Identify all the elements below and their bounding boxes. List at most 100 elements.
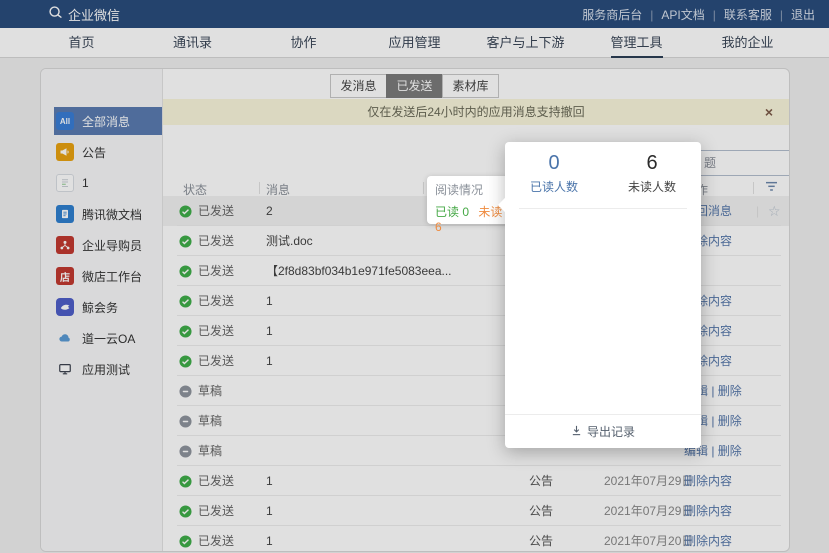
topbar-link[interactable]: 联系客服 bbox=[705, 6, 772, 23]
topbar-link[interactable]: 退出 bbox=[772, 6, 815, 23]
table-row[interactable]: 已发送1公告2021年07月29日删除内容 bbox=[163, 496, 789, 526]
status-label: 草稿 bbox=[198, 376, 222, 406]
app-list: All全部消息公告 1 腾讯微文档企业导购员店微店工作台鲸会务道一云OA 应用测试 bbox=[41, 107, 162, 386]
message-cell: 1 bbox=[266, 466, 273, 496]
status-cell: 已发送 bbox=[179, 526, 234, 552]
megaphone-icon bbox=[56, 143, 74, 161]
sent-check-icon bbox=[179, 355, 192, 368]
unread-count: 6 bbox=[603, 152, 701, 175]
sidebar-item[interactable]: 应用测试 bbox=[54, 355, 162, 383]
sidebar-item-label: 腾讯微文档 bbox=[82, 206, 142, 223]
read-stats-popup: 0 已读人数 6 未读人数 导出记录 bbox=[505, 142, 701, 448]
nav-item[interactable]: 我的企业 bbox=[692, 28, 803, 58]
date-cell: 2021年07月29日 bbox=[604, 496, 693, 526]
document-icon bbox=[56, 174, 74, 192]
draft-icon bbox=[179, 445, 192, 458]
sent-check-icon bbox=[179, 205, 192, 218]
status-cell: 已发送 bbox=[179, 196, 234, 226]
screen: 企业微信 服务商后台API文档联系客服退出 首页通讯录协作应用管理客户与上下游管… bbox=[0, 0, 829, 553]
unread-stat: 6 未读人数 bbox=[603, 152, 701, 195]
row-action-link[interactable]: 删除内容 bbox=[684, 526, 732, 552]
whale-icon bbox=[56, 298, 74, 316]
read-stat: 0 已读人数 bbox=[505, 152, 603, 195]
status-label: 草稿 bbox=[198, 406, 222, 436]
draft-icon bbox=[179, 385, 192, 398]
header-divider bbox=[423, 182, 424, 194]
sidebar-item[interactable]: 腾讯微文档 bbox=[54, 200, 162, 228]
sidebar-item-label: 应用测试 bbox=[82, 361, 130, 378]
wework-logo-icon bbox=[48, 5, 63, 23]
status-label: 已发送 bbox=[198, 196, 234, 226]
sidebar-item-label: 全部消息 bbox=[82, 113, 130, 130]
action-divider: | bbox=[756, 196, 759, 226]
topbar-link[interactable]: API文档 bbox=[642, 6, 704, 23]
topbar-link[interactable]: 服务商后台 bbox=[582, 6, 642, 23]
nav-item[interactable]: 客户与上下游 bbox=[470, 28, 581, 58]
sent-check-icon bbox=[179, 295, 192, 308]
status-cell: 已发送 bbox=[179, 466, 234, 496]
export-records-button[interactable]: 导出记录 bbox=[505, 414, 701, 448]
status-label: 已发送 bbox=[198, 226, 234, 256]
sidebar-item[interactable]: 企业导购员 bbox=[54, 231, 162, 259]
status-label: 已发送 bbox=[198, 346, 234, 376]
draft-icon bbox=[179, 415, 192, 428]
nav-item[interactable]: 首页 bbox=[26, 28, 137, 58]
monitor-icon bbox=[56, 360, 74, 378]
sidebar-item[interactable]: 店微店工作台 bbox=[54, 262, 162, 290]
download-icon bbox=[571, 425, 582, 439]
popup-stats: 0 已读人数 6 未读人数 bbox=[505, 142, 701, 195]
sidebar-item[interactable]: 鲸会务 bbox=[54, 293, 162, 321]
nav-item[interactable]: 通讯录 bbox=[137, 28, 248, 58]
status-cell: 已发送 bbox=[179, 256, 234, 286]
message-cell: 1 bbox=[266, 346, 273, 376]
sent-check-icon bbox=[179, 325, 192, 338]
status-cell: 已发送 bbox=[179, 226, 234, 256]
date-cell: 2021年07月29日 bbox=[604, 466, 693, 496]
brand: 企业微信 bbox=[48, 5, 120, 24]
message-cell: 1 bbox=[266, 316, 273, 346]
export-label: 导出记录 bbox=[587, 423, 635, 440]
nav-item[interactable]: 协作 bbox=[248, 28, 359, 58]
status-cell: 已发送 bbox=[179, 286, 234, 316]
header-divider bbox=[259, 182, 260, 194]
status-cell: 草稿 bbox=[179, 436, 222, 466]
message-cell: 【2f8d83bf034b1e971fe5083eea... bbox=[266, 256, 452, 286]
table-row[interactable]: 已发送1公告2021年07月20日删除内容 bbox=[163, 526, 789, 552]
sidebar-item[interactable]: 公告 bbox=[54, 138, 162, 166]
star-icon[interactable]: ☆ bbox=[768, 196, 781, 226]
shop-icon: 店 bbox=[56, 267, 74, 285]
message-cell: 1 bbox=[266, 526, 273, 552]
row-action-link[interactable]: 删除内容 bbox=[684, 496, 732, 526]
message-cell: 1 bbox=[266, 496, 273, 526]
nav-item[interactable]: 管理工具 bbox=[581, 28, 692, 58]
row-action-link[interactable]: 删除内容 bbox=[684, 466, 732, 496]
sidebar-item[interactable]: All全部消息 bbox=[54, 107, 162, 135]
sidebar-item-label: 1 bbox=[82, 176, 89, 190]
sidebar-item[interactable]: 道一云OA bbox=[54, 324, 162, 352]
status-cell: 已发送 bbox=[179, 496, 234, 526]
brand-name: 企业微信 bbox=[68, 5, 120, 24]
sidebar-item-label: 道一云OA bbox=[82, 330, 135, 347]
status-label: 已发送 bbox=[198, 526, 234, 552]
status-label: 已发送 bbox=[198, 496, 234, 526]
app-cell: 公告 bbox=[529, 526, 553, 552]
sent-check-icon bbox=[179, 475, 192, 488]
cloud-icon bbox=[56, 329, 74, 347]
table-row[interactable]: 已发送 1 公告 2021年07月29日删除内容 bbox=[163, 466, 789, 496]
nav-item[interactable]: 应用管理 bbox=[359, 28, 470, 58]
app-cell: 公告 bbox=[529, 466, 553, 496]
doc-blue-icon bbox=[56, 205, 74, 223]
sidebar-item[interactable]: 1 bbox=[54, 169, 162, 197]
read-status-hovercard[interactable]: 阅读情况 已读 0 未读 6 bbox=[427, 176, 511, 224]
navbar: 首页通讯录协作应用管理客户与上下游管理工具我的企业 bbox=[0, 28, 829, 58]
message-cell: 1 bbox=[266, 286, 273, 316]
status-label: 已发送 bbox=[198, 286, 234, 316]
app-sidebar: All全部消息公告 1 腾讯微文档企业导购员店微店工作台鲸会务道一云OA 应用测试 bbox=[41, 69, 163, 551]
status-cell: 草稿 bbox=[179, 376, 222, 406]
filter-icon[interactable] bbox=[765, 181, 778, 195]
message-cell: 2 bbox=[266, 196, 273, 226]
read-count-inline: 已读 0 bbox=[435, 205, 469, 219]
sent-check-icon bbox=[179, 505, 192, 518]
sidebar-item-label: 企业导购员 bbox=[82, 237, 142, 254]
topbar: 企业微信 服务商后台API文档联系客服退出 bbox=[0, 0, 829, 28]
